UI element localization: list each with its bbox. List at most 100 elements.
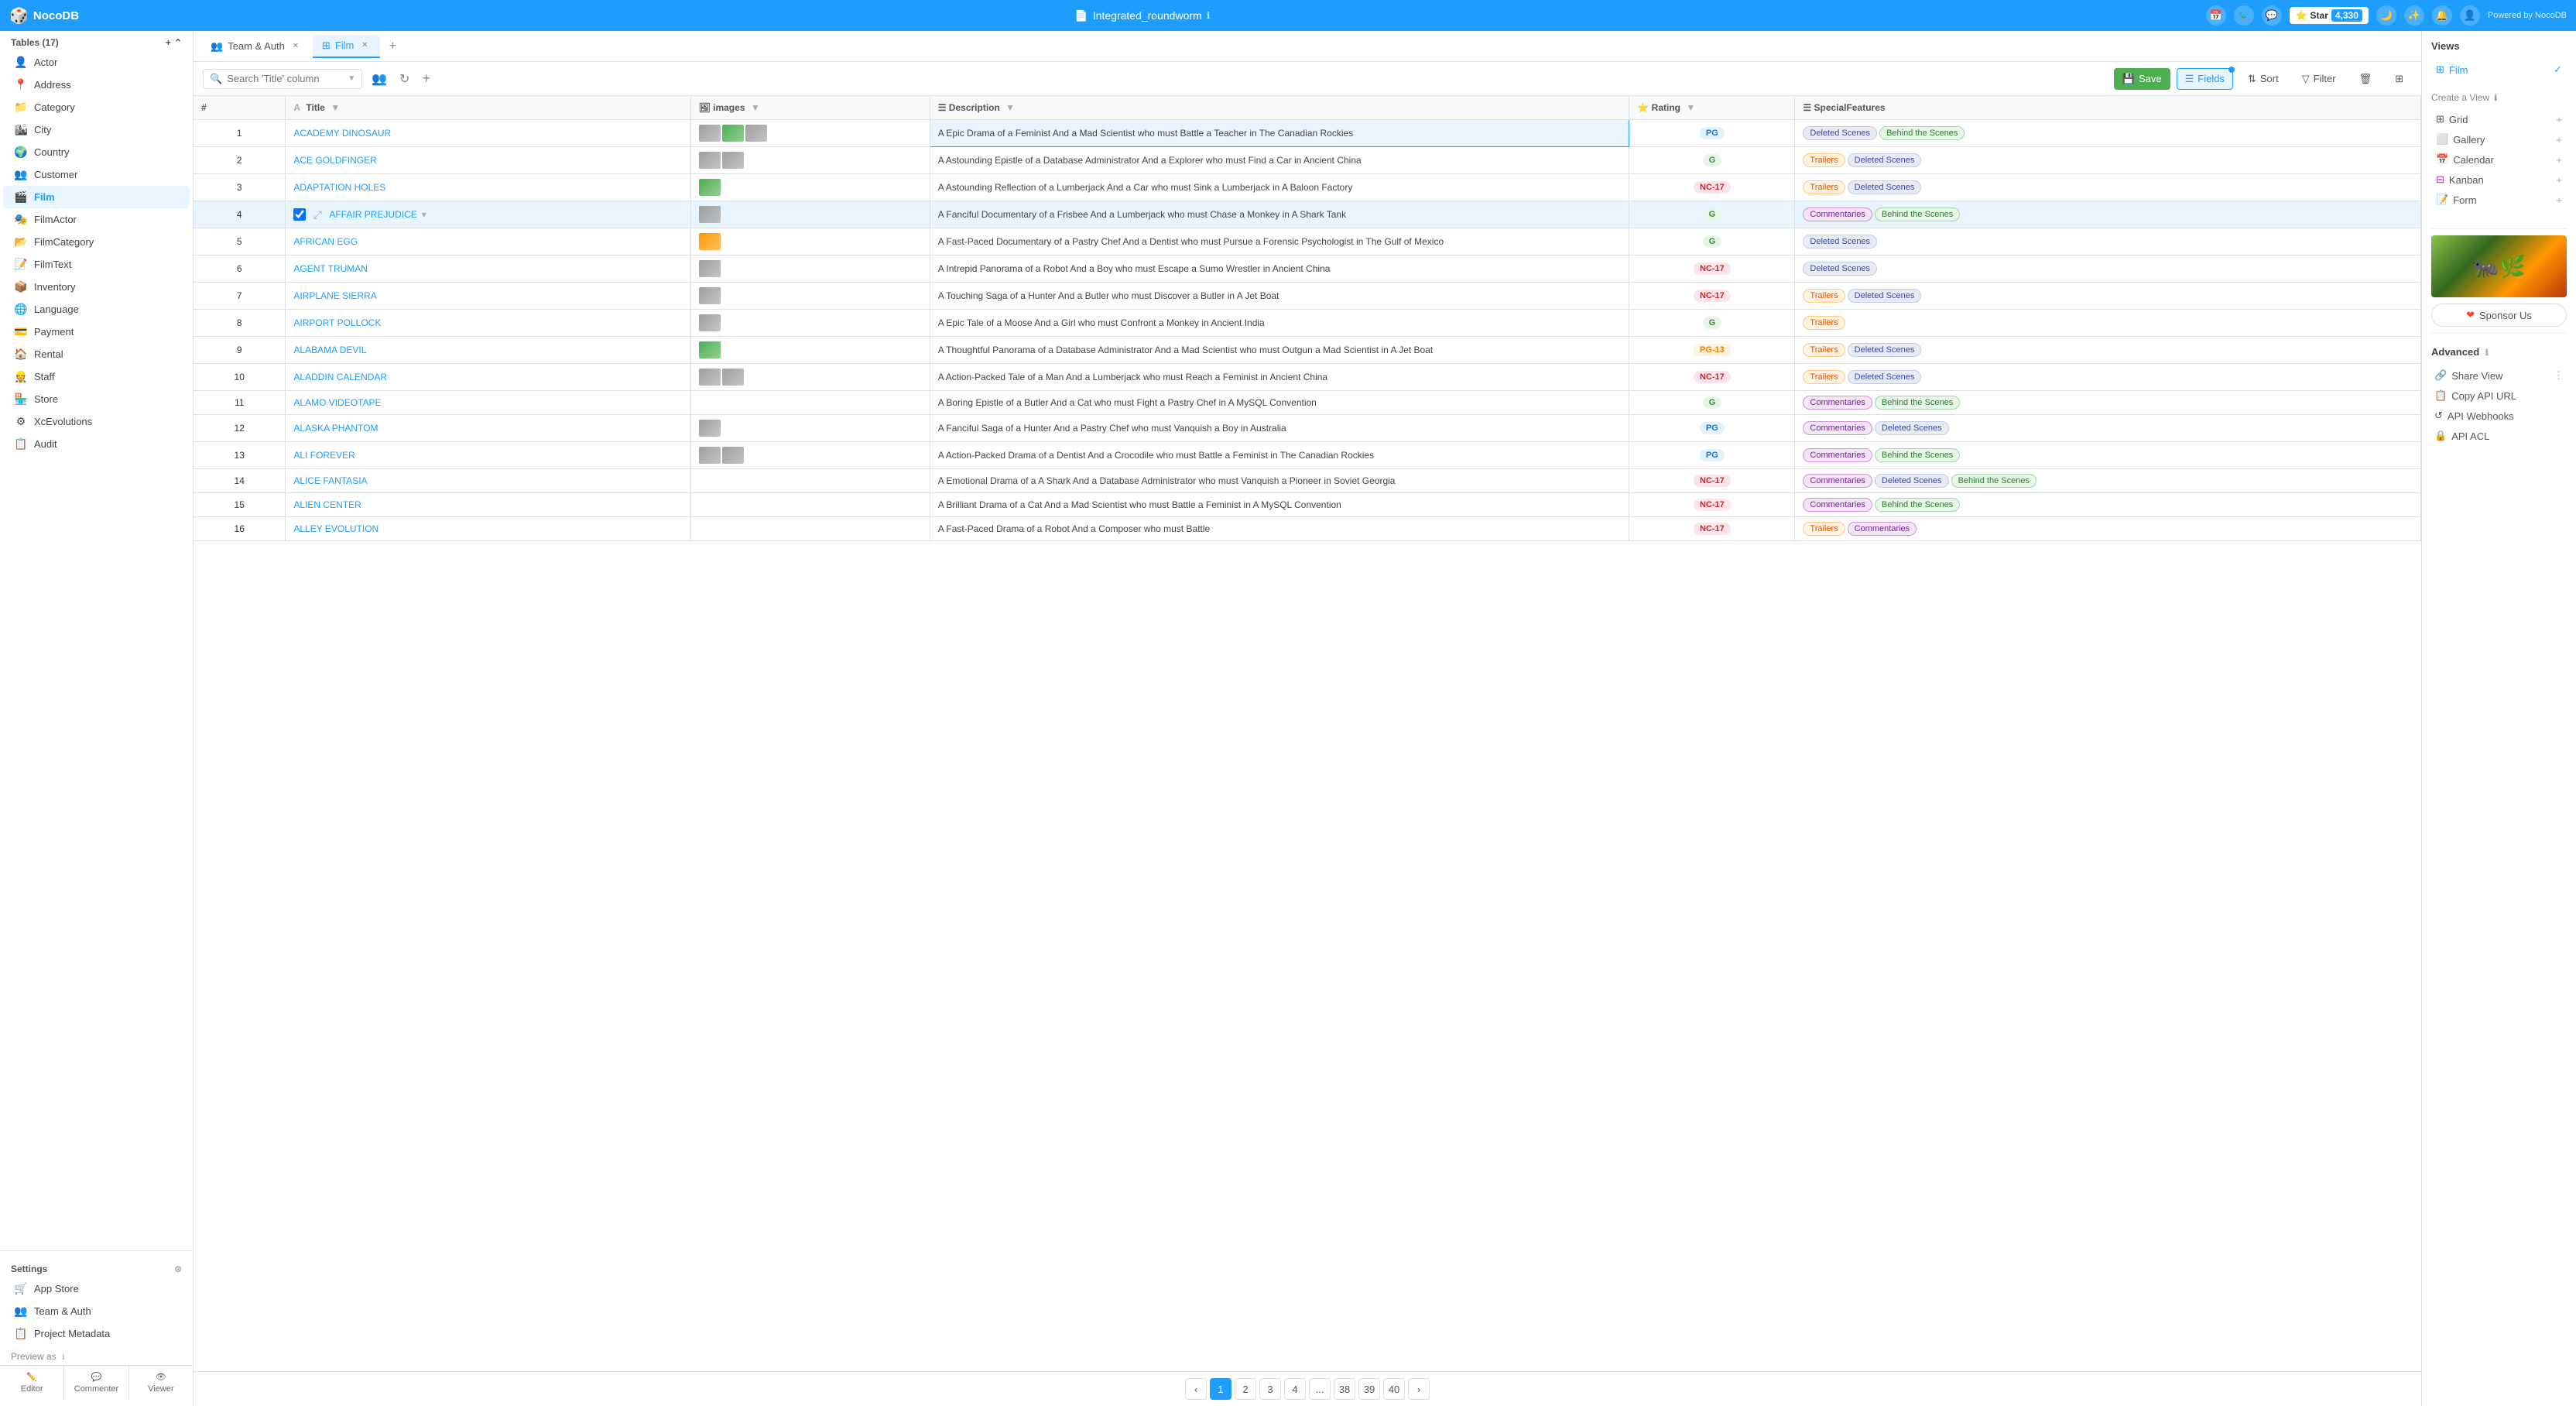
webhooks-item[interactable]: ↺ API Webhooks bbox=[2431, 406, 2567, 426]
title-link[interactable]: AGENT TRUMAN bbox=[293, 263, 368, 274]
row-description-cell[interactable]: A Intrepid Panorama of a Robot And a Boy… bbox=[930, 255, 1629, 283]
title-filter-icon[interactable]: ▼ bbox=[331, 102, 340, 113]
expand-icon[interactable]: ⤢ bbox=[310, 207, 324, 221]
col-title-header[interactable]: A Title ▼ bbox=[286, 96, 690, 120]
search-box[interactable]: 🔍 ▼ bbox=[203, 69, 362, 89]
sidebar-item-filmtext[interactable]: 📝FilmText bbox=[3, 253, 190, 276]
sidebar-item-inventory[interactable]: 📦Inventory bbox=[3, 276, 190, 298]
row-expand-icon[interactable]: ▾ bbox=[422, 209, 426, 220]
title-link[interactable]: ALI FOREVER bbox=[293, 450, 355, 461]
copy-api-item[interactable]: 📋 Copy API URL bbox=[2431, 386, 2567, 406]
sidebar-item-xcevolutions[interactable]: ⚙XcEvolutions bbox=[3, 410, 190, 433]
chat-icon-btn[interactable]: 💬 bbox=[2262, 5, 2282, 26]
sidebar-item-filmcategory[interactable]: 📂FilmCategory bbox=[3, 231, 190, 253]
page-3-btn[interactable]: 3 bbox=[1259, 1378, 1281, 1400]
rating-filter-icon[interactable]: ▼ bbox=[1686, 102, 1695, 113]
sidebar-item-actor[interactable]: 👤Actor bbox=[3, 51, 190, 74]
col-special-header[interactable]: ☰ SpecialFeatures bbox=[1795, 96, 2421, 120]
view-type-grid[interactable]: ⊞ Grid + bbox=[2431, 109, 2567, 129]
fields-btn[interactable]: ☰ Fields bbox=[2177, 68, 2233, 90]
row-description-cell[interactable]: A Fast-Paced Drama of a Robot And a Comp… bbox=[930, 517, 1629, 541]
theme-icon-btn[interactable]: 🌙 bbox=[2376, 5, 2396, 26]
editor-btn[interactable]: ✏️ Editor bbox=[0, 1366, 64, 1400]
user-icon-btn[interactable]: 👤 bbox=[2460, 5, 2480, 26]
search-input[interactable] bbox=[227, 73, 343, 84]
save-btn[interactable]: 💾 Save bbox=[2114, 68, 2170, 90]
sidebar-item-city[interactable]: 🏙City bbox=[3, 118, 190, 141]
page-prev-btn[interactable]: ‹ bbox=[1185, 1378, 1207, 1400]
page-38-btn[interactable]: 38 bbox=[1334, 1378, 1355, 1400]
sidebar-item-payment[interactable]: 💳Payment bbox=[3, 321, 190, 343]
filter-btn[interactable]: ▽ Filter bbox=[2293, 68, 2345, 90]
sidebar-item-store[interactable]: 🏪Store bbox=[3, 388, 190, 410]
title-link[interactable]: AIRPORT POLLOCK bbox=[293, 317, 381, 328]
members-icon[interactable]: 👥 bbox=[368, 68, 390, 90]
add-form-icon[interactable]: + bbox=[2556, 194, 2562, 206]
page-2-btn[interactable]: 2 bbox=[1235, 1378, 1256, 1400]
add-table-icon[interactable]: + bbox=[166, 37, 171, 48]
sidebar-item-film[interactable]: 🎬Film bbox=[3, 186, 190, 208]
col-rating-header[interactable]: ⭐ Rating ▼ bbox=[1629, 96, 1795, 120]
calendar-icon-btn[interactable]: 📅 bbox=[2206, 5, 2226, 26]
page-next-btn[interactable]: › bbox=[1408, 1378, 1430, 1400]
app-logo[interactable]: 🎲 NocoDB bbox=[9, 6, 79, 26]
row-description-cell[interactable]: A Epic Drama of a Feminist And a Mad Sci… bbox=[930, 120, 1629, 147]
page-40-btn[interactable]: 40 bbox=[1383, 1378, 1405, 1400]
row-description-cell[interactable]: A Epic Tale of a Moose And a Girl who mu… bbox=[930, 310, 1629, 337]
settings-item-team-&-auth[interactable]: 👥Team & Auth bbox=[3, 1300, 190, 1322]
title-link[interactable]: ALIEN CENTER bbox=[293, 499, 361, 510]
share-view-item[interactable]: 🔗 Share View ⋮ bbox=[2431, 365, 2567, 386]
magic-icon-btn[interactable]: ✨ bbox=[2404, 5, 2424, 26]
delete-btn[interactable]: 🗑 bbox=[2351, 68, 2381, 90]
row-description-cell[interactable]: A Action-Packed Tale of a Man And a Lumb… bbox=[930, 364, 1629, 391]
sidebar-item-filmactor[interactable]: 🎭FilmActor bbox=[3, 208, 190, 231]
tab-film[interactable]: ⊞ Film ✕ bbox=[313, 35, 380, 58]
col-desc-header[interactable]: ☰ Description ▼ bbox=[930, 96, 1629, 120]
row-description-cell[interactable]: A Fanciful Saga of a Hunter And a Pastry… bbox=[930, 415, 1629, 442]
title-link[interactable]: AIRPLANE SIERRA bbox=[293, 290, 376, 301]
sidebar-item-customer[interactable]: 👥Customer bbox=[3, 163, 190, 186]
row-description-cell[interactable]: A Fast-Paced Documentary of a Pastry Che… bbox=[930, 228, 1629, 255]
add-kanban-icon[interactable]: + bbox=[2556, 174, 2562, 186]
settings-item-app-store[interactable]: 🛒App Store bbox=[3, 1277, 190, 1300]
title-link[interactable]: ACE GOLDFINGER bbox=[293, 155, 376, 166]
title-link[interactable]: ALASKA PHANTOM bbox=[293, 423, 378, 434]
title-link[interactable]: AFRICAN EGG bbox=[293, 236, 358, 247]
view-type-calendar[interactable]: 📅 Calendar + bbox=[2431, 149, 2567, 170]
sidebar-item-country[interactable]: 🌍Country bbox=[3, 141, 190, 163]
row-description-cell[interactable]: A Brilliant Drama of a Cat And a Mad Sci… bbox=[930, 493, 1629, 517]
collapse-tables-icon[interactable]: ⌃ bbox=[174, 37, 182, 48]
sponsor-btn[interactable]: ❤ Sponsor Us bbox=[2431, 303, 2567, 327]
title-link[interactable]: ALAMO VIDEOTAPE bbox=[293, 397, 381, 408]
view-film[interactable]: ⊞ Film ✓ bbox=[2431, 60, 2567, 80]
tab-team-close[interactable]: ✕ bbox=[289, 40, 302, 53]
viewer-btn[interactable]: 👁 Viewer bbox=[129, 1366, 193, 1400]
view-type-gallery[interactable]: ⬜ Gallery + bbox=[2431, 129, 2567, 149]
sidebar-item-language[interactable]: 🌐Language bbox=[3, 298, 190, 321]
layout-btn[interactable]: ⊞ bbox=[2386, 68, 2412, 90]
page-4-btn[interactable]: 4 bbox=[1284, 1378, 1306, 1400]
row-description-cell[interactable]: A Thoughtful Panorama of a Database Admi… bbox=[930, 337, 1629, 364]
twitter-icon-btn[interactable]: 🐦 bbox=[2234, 5, 2254, 26]
settings-item-project-metadata[interactable]: 📋Project Metadata bbox=[3, 1322, 190, 1345]
row-description-cell[interactable]: A Touching Saga of a Hunter And a Butler… bbox=[930, 283, 1629, 310]
row-checkbox[interactable] bbox=[293, 208, 306, 221]
title-link[interactable]: ALADDIN CALENDAR bbox=[293, 372, 387, 382]
refresh-icon[interactable]: ↻ bbox=[396, 68, 413, 90]
commenter-btn[interactable]: 💬 Commenter bbox=[64, 1366, 128, 1400]
tab-film-close[interactable]: ✕ bbox=[358, 39, 371, 52]
title-link[interactable]: ACADEMY DINOSAUR bbox=[293, 128, 391, 139]
row-description-cell[interactable]: A Boring Epistle of a Butler And a Cat w… bbox=[930, 391, 1629, 415]
search-dropdown-icon[interactable]: ▼ bbox=[348, 74, 355, 83]
notification-icon-btn[interactable]: 🔔 bbox=[2432, 5, 2452, 26]
row-description-cell[interactable]: A Action-Packed Drama of a Dentist And a… bbox=[930, 442, 1629, 469]
add-gallery-icon[interactable]: + bbox=[2556, 134, 2562, 146]
title-link[interactable]: ALLEY EVOLUTION bbox=[293, 523, 379, 534]
api-acl-item[interactable]: 🔒 API ACL bbox=[2431, 426, 2567, 446]
sidebar-item-staff[interactable]: 👷Staff bbox=[3, 365, 190, 388]
view-type-kanban[interactable]: ⊟ Kanban + bbox=[2431, 170, 2567, 190]
page-39-btn[interactable]: 39 bbox=[1358, 1378, 1380, 1400]
images-filter-icon[interactable]: ▼ bbox=[751, 102, 760, 113]
title-link[interactable]: ALABAMA DEVIL bbox=[293, 345, 366, 355]
plus-icon[interactable]: + bbox=[419, 67, 433, 90]
